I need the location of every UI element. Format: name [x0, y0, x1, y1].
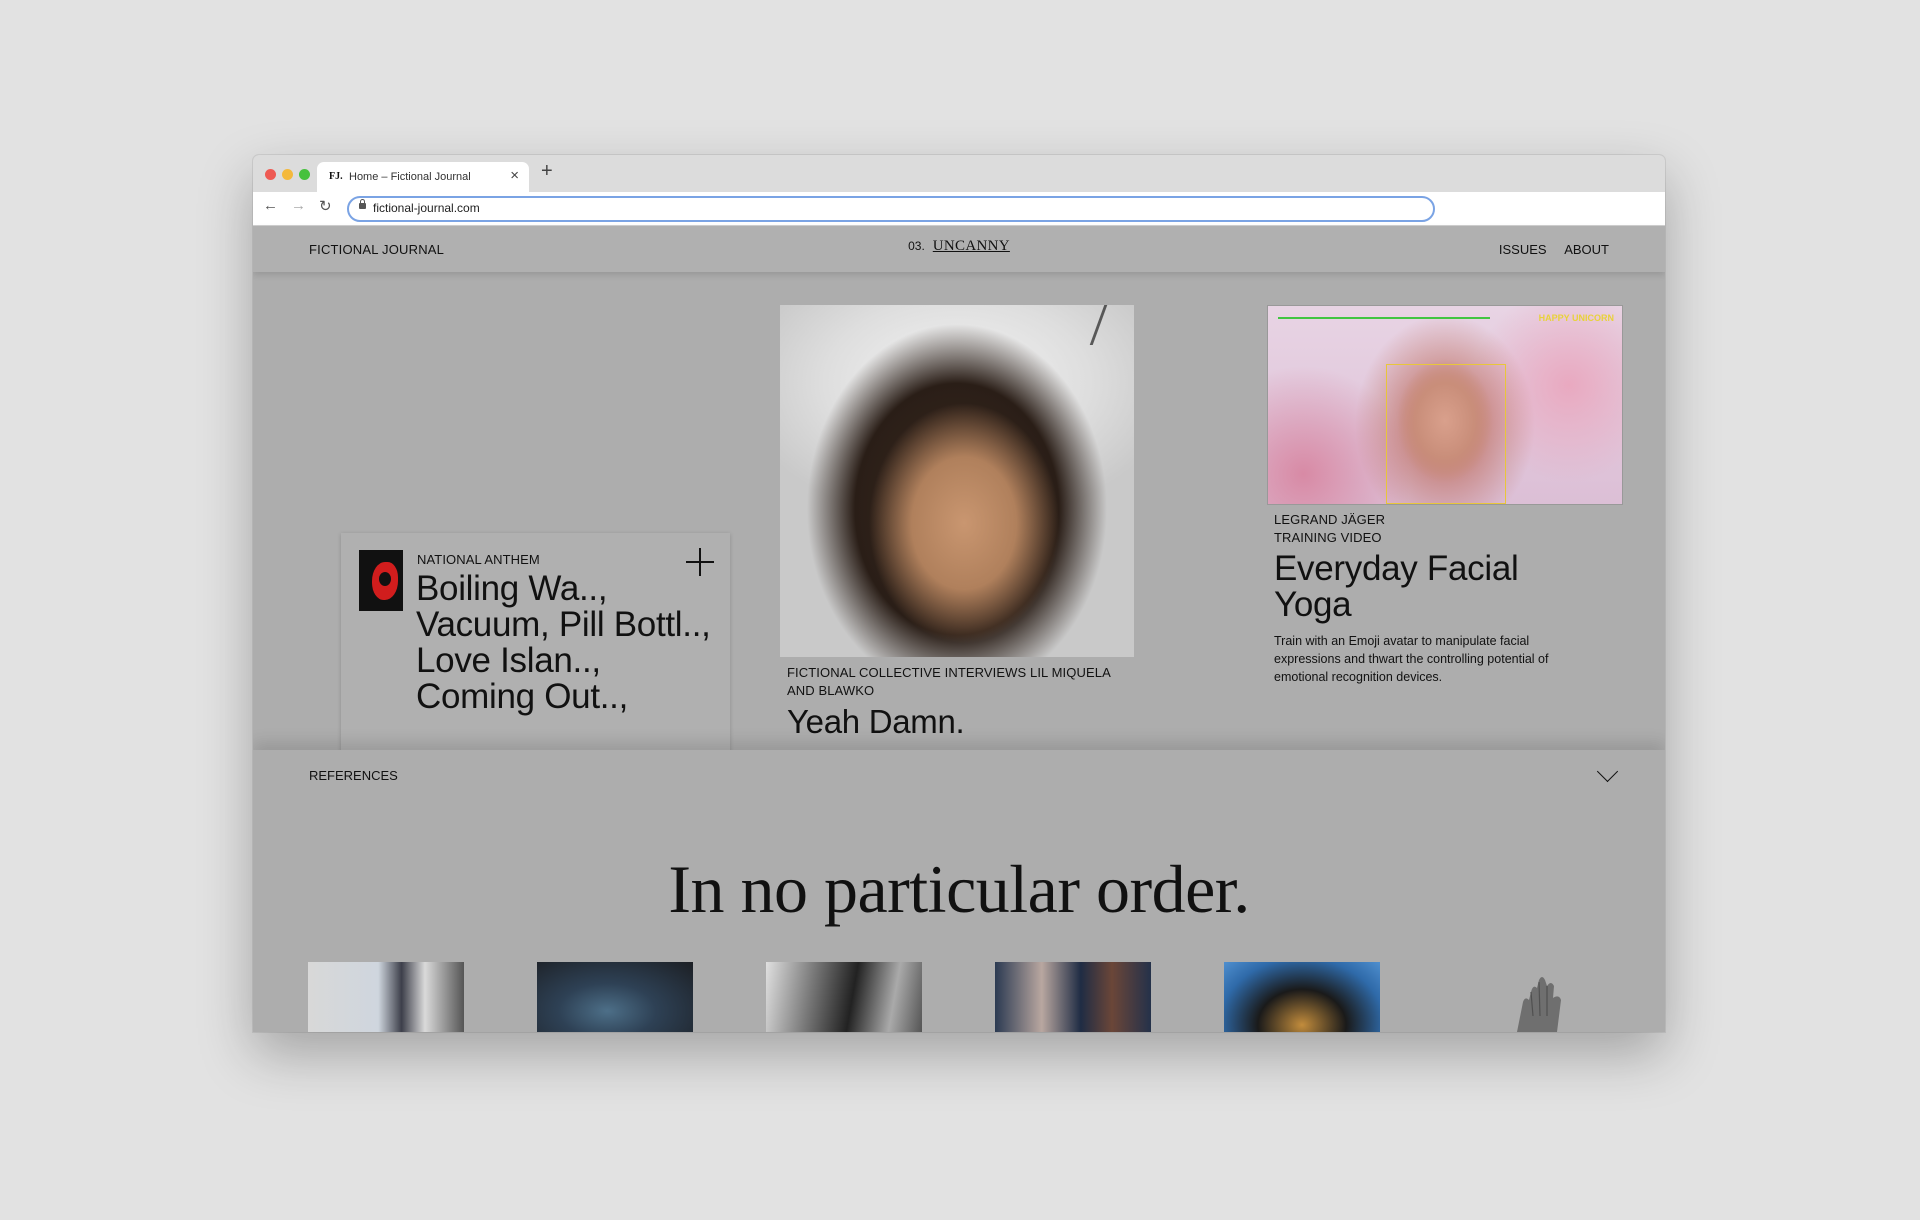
nav-about-link[interactable]: ABOUT — [1564, 242, 1609, 257]
tab-strip: FJ. Home – Fictional Journal × + — [253, 155, 1665, 192]
browser-window: FJ. Home – Fictional Journal × + ← → ↻ f… — [253, 155, 1665, 1032]
chevron-down-icon[interactable] — [1596, 760, 1619, 783]
issue-title: 03. UNCANNY — [253, 238, 1665, 255]
article-facial-yoga: LEGRAND JÄGER TRAINING VIDEO Everyday Fa… — [1274, 511, 1594, 686]
minimize-window-button[interactable] — [282, 169, 293, 180]
lock-icon — [359, 199, 366, 209]
reference-thumbnail[interactable] — [1453, 962, 1609, 1032]
face-tracking-box — [1386, 364, 1506, 504]
hand-icon — [1517, 977, 1561, 1032]
reference-thumbnail[interactable] — [1224, 962, 1380, 1032]
article-lil-miquela: FICTIONAL COLLECTIVE INTERVIEWS LIL MIQU… — [787, 664, 1117, 740]
article-excerpt: Train with an Emoji avatar to manipulate… — [1274, 634, 1549, 684]
article-kicker-type: TRAINING VIDEO — [1274, 530, 1382, 545]
article-title[interactable]: Boiling Wa.., Vacuum, Pill Bottl.., Love… — [416, 571, 716, 715]
main-nav: ISSUES ABOUT — [1485, 242, 1609, 257]
forward-arrow-icon[interactable]: → — [291, 197, 306, 214]
issue-name-link[interactable]: UNCANNY — [933, 238, 1010, 254]
nav-issues-link[interactable]: ISSUES — [1499, 242, 1547, 257]
tab-home[interactable]: FJ. Home – Fictional Journal × — [317, 162, 529, 192]
references-label: REFERENCES — [309, 768, 398, 783]
reference-thumbnail[interactable] — [766, 962, 922, 1032]
issue-number: 03. — [908, 239, 925, 253]
article-kicker: NATIONAL ANTHEM — [417, 552, 540, 567]
article-title[interactable]: Everyday Facial Yoga — [1274, 551, 1594, 623]
url-text: fictional-journal.com — [373, 201, 480, 215]
article-title[interactable]: Yeah Damn. — [787, 704, 1117, 740]
new-tab-button[interactable]: + — [541, 160, 553, 183]
reference-thumbnail[interactable] — [995, 962, 1151, 1032]
reference-thumbnail[interactable] — [308, 962, 464, 1032]
reload-icon[interactable]: ↻ — [319, 197, 332, 215]
article-image-facial-yoga[interactable]: HAPPY UNICORN — [1267, 305, 1623, 505]
close-window-button[interactable] — [265, 169, 276, 180]
article-kicker-author: LEGRAND JÄGER — [1274, 512, 1386, 527]
favicon-icon: FJ. — [329, 171, 343, 182]
reference-thumbnail[interactable] — [537, 962, 693, 1032]
back-arrow-icon[interactable]: ← — [263, 197, 278, 214]
overlay-tag: HAPPY UNICORN — [1538, 313, 1614, 323]
maximize-window-button[interactable] — [299, 169, 310, 180]
article-image-lil-miquela[interactable] — [780, 305, 1142, 657]
url-input[interactable]: fictional-journal.com — [347, 196, 1435, 222]
progress-bar — [1278, 317, 1490, 319]
tab-title: Home – Fictional Journal — [349, 171, 471, 183]
address-bar: ← → ↻ fictional-journal.com — [253, 192, 1665, 226]
references-heading: In no particular order. — [668, 851, 1250, 927]
site-header: FICTIONAL JOURNAL 03. UNCANNY ISSUES ABOU… — [253, 226, 1665, 272]
article-thumbnail — [359, 550, 403, 611]
references-panel: REFERENCES In no particular order. — [253, 750, 1665, 1032]
article-kicker: FICTIONAL COLLECTIVE INTERVIEWS LIL MIQU… — [787, 665, 1111, 698]
tab-close-icon[interactable]: × — [510, 167, 519, 184]
